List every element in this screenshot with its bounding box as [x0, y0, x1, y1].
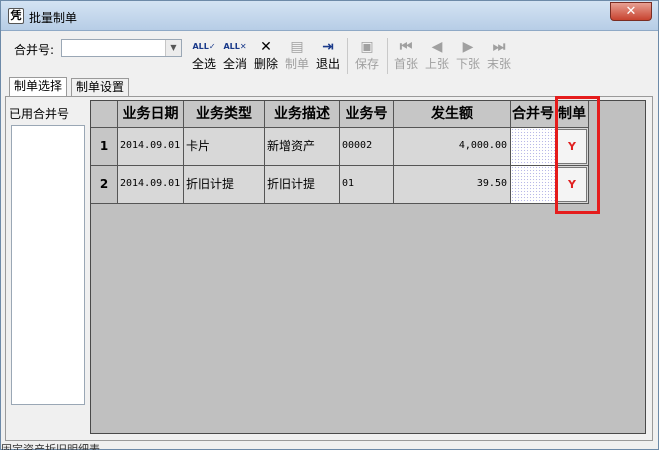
column-header-description[interactable]: 业务描述 [265, 101, 340, 128]
cell-description[interactable]: 折旧计提 [265, 166, 340, 204]
grid-corner [91, 101, 118, 128]
column-header-business-no[interactable]: 业务号 [340, 101, 394, 128]
prev-record-label: 上张 [424, 57, 449, 71]
next-record-label: 下张 [455, 57, 480, 71]
toolbar-separator [347, 38, 348, 74]
last-record-label: 末张 [486, 57, 511, 71]
tab-voucher-selection[interactable]: 制单选择 [9, 77, 68, 96]
exit-icon: ⇥ [322, 39, 334, 55]
next-icon: ▶ [462, 39, 474, 55]
row-header[interactable]: 1 [91, 128, 118, 166]
highlight-annotation [555, 96, 600, 214]
column-header-amount[interactable]: 发生额 [394, 101, 511, 128]
next-record-button[interactable]: ▶ 下张 [454, 37, 482, 75]
used-merge-numbers-label: 已用合并号 [9, 107, 70, 121]
deselect-all-icon: ALL✕ [223, 42, 247, 51]
cell-date[interactable]: 2014.09.01 [118, 166, 184, 204]
title-bar: 凭 批量制单 ✕ [1, 1, 658, 31]
delete-label: 删除 [253, 57, 278, 71]
save-button[interactable]: ▣ 保存 [353, 37, 381, 75]
exit-button[interactable]: ⇥ 退出 [314, 37, 342, 75]
merge-number-label: 合并号: [14, 43, 55, 57]
cell-date[interactable]: 2014.09.01 [118, 128, 184, 166]
exit-label: 退出 [315, 57, 340, 71]
column-header-date[interactable]: 业务日期 [118, 101, 184, 128]
prev-record-button[interactable]: ◀ 上张 [423, 37, 451, 75]
merge-number-combo[interactable]: ▼ [61, 39, 182, 57]
cell-merge-no[interactable] [511, 128, 556, 166]
app-icon: 凭 [8, 8, 24, 24]
first-record-button[interactable]: ⏮ 首张 [392, 37, 420, 75]
save-icon: ▣ [360, 39, 374, 55]
column-header-merge-no[interactable]: 合并号 [511, 101, 556, 128]
batch-voucher-window: 凭 批量制单 ✕ 合并号: ▼ ALL✓ 全选 ALL✕ 全消 ✕ 删除 ▤ 制… [0, 0, 659, 450]
select-all-button[interactable]: ALL✓ 全选 [190, 37, 218, 75]
select-all-label: 全选 [191, 57, 216, 71]
window-title: 批量制单 [29, 11, 78, 25]
chevron-down-icon[interactable]: ▼ [165, 40, 181, 56]
prev-icon: ◀ [431, 39, 443, 55]
cell-description[interactable]: 新增资产 [265, 128, 340, 166]
select-all-icon: ALL✓ [192, 42, 216, 51]
first-record-label: 首张 [393, 57, 418, 71]
delete-icon: ✕ [260, 39, 272, 55]
cell-business-no[interactable]: 00002 [340, 128, 394, 166]
toolbar: 合并号: ▼ ALL✓ 全选 ALL✕ 全消 ✕ 删除 ▤ 制单 ⇥ 退出 ▣ … [1, 32, 658, 76]
column-header-type[interactable]: 业务类型 [184, 101, 265, 128]
deselect-all-label: 全消 [222, 57, 247, 71]
voucher-icon: ▤ [290, 39, 304, 55]
status-text: 固定资产折旧明细表 [1, 443, 100, 450]
tab-voucher-settings[interactable]: 制单设置 [71, 78, 130, 96]
toolbar-separator [387, 38, 388, 74]
last-icon: ⏭ [492, 39, 506, 55]
make-voucher-label: 制单 [284, 57, 309, 71]
make-voucher-button[interactable]: ▤ 制单 [283, 37, 311, 75]
deselect-all-button[interactable]: ALL✕ 全消 [221, 37, 249, 75]
close-button[interactable]: ✕ [610, 2, 652, 21]
cell-type[interactable]: 卡片 [184, 128, 265, 166]
cell-business-no[interactable]: 01 [340, 166, 394, 204]
last-record-button[interactable]: ⏭ 末张 [485, 37, 513, 75]
row-header[interactable]: 2 [91, 166, 118, 204]
first-icon: ⏮ [399, 39, 413, 55]
save-label: 保存 [354, 57, 379, 71]
used-merge-numbers-list[interactable] [11, 125, 85, 405]
cell-amount[interactable]: 4,000.00 [394, 128, 511, 166]
cell-amount[interactable]: 39.50 [394, 166, 511, 204]
delete-button[interactable]: ✕ 删除 [252, 37, 280, 75]
cell-merge-no[interactable] [511, 166, 556, 204]
cell-type[interactable]: 折旧计提 [184, 166, 265, 204]
